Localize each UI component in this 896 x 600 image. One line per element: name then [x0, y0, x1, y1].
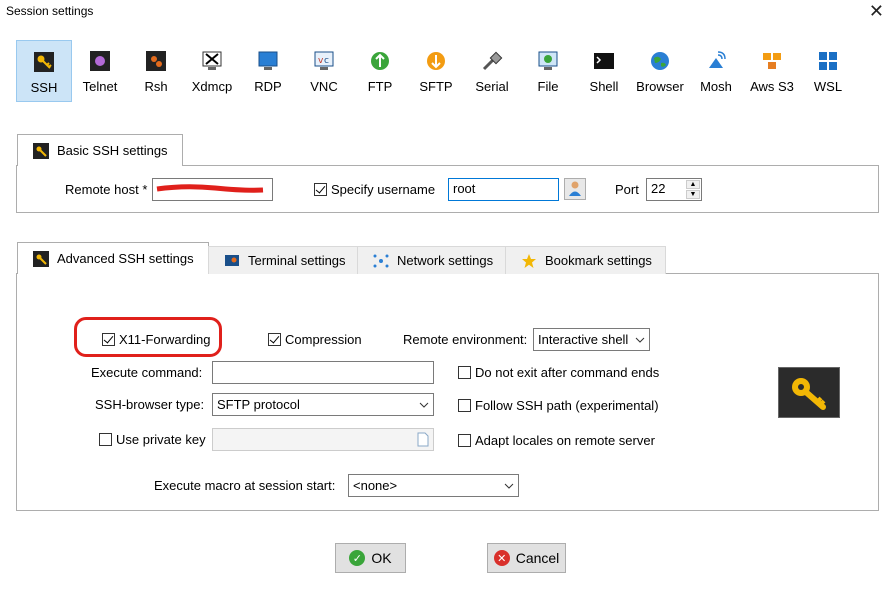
protocol-file[interactable]: File	[520, 40, 576, 102]
tab-terminal-settings[interactable]: Terminal settings	[208, 246, 361, 274]
macro-select[interactable]: <none>	[348, 474, 519, 497]
port-down-icon[interactable]: ▼	[686, 190, 700, 199]
x11-forwarding-checkbox[interactable]: X11-Forwarding	[102, 332, 211, 347]
execute-command-label: Execute command:	[91, 365, 203, 380]
rdp-icon	[256, 49, 280, 73]
cancel-button[interactable]: ✕ Cancel	[487, 543, 566, 573]
key-icon	[33, 142, 49, 159]
protocol-wsl[interactable]: WSL	[800, 40, 856, 102]
protocol-browser[interactable]: Browser	[632, 40, 688, 102]
remote-environment-label: Remote environment:	[403, 332, 528, 347]
key-icon	[33, 250, 49, 267]
tab-bookmark-settings[interactable]: Bookmark settings	[505, 246, 666, 274]
protocol-ssh[interactable]: SSH	[16, 40, 72, 102]
follow-ssh-path-checkbox[interactable]: Follow SSH path (experimental)	[458, 398, 659, 413]
port-label: Port	[615, 182, 639, 197]
compression-checkbox[interactable]: Compression	[268, 332, 362, 347]
shell-icon	[592, 49, 616, 73]
port-input[interactable]: 22 ▲ ▼	[646, 178, 702, 201]
close-icon[interactable]: ✕	[869, 2, 884, 20]
protocol-telnet[interactable]: Telnet	[72, 40, 128, 102]
network-icon	[373, 253, 389, 269]
checkbox-box	[458, 399, 471, 412]
ftp-icon	[368, 49, 392, 73]
sftp-icon	[424, 49, 448, 73]
protocol-aws-s3[interactable]: Aws S3	[744, 40, 800, 102]
ssh-browser-type-label: SSH-browser type:	[95, 397, 205, 412]
do-not-exit-checkbox[interactable]: Do not exit after command ends	[458, 365, 659, 380]
protocol-ftp[interactable]: FTP	[352, 40, 408, 102]
tab-advanced-ssh-settings[interactable]: Advanced SSH settings	[17, 242, 209, 274]
telnet-icon	[88, 49, 112, 73]
protocol-shell[interactable]: Shell	[576, 40, 632, 102]
user-icon	[567, 180, 583, 199]
checkbox-box	[314, 183, 327, 196]
check-icon: ✓	[349, 550, 366, 566]
ssh-browser-type-select[interactable]: SFTP protocol	[212, 393, 434, 416]
key-icon	[778, 367, 840, 418]
remote-environment-select[interactable]: Interactive shell	[533, 328, 650, 351]
protocol-xdmcp[interactable]: Xdmcp	[184, 40, 240, 102]
browser-icon	[648, 49, 672, 73]
terminal-icon	[224, 253, 240, 269]
remote-host-label: Remote host *	[65, 182, 148, 197]
protocol-toolbar: SSH Telnet Rsh Xdmcp RDP vc VNC FTP SFTP…	[16, 40, 856, 102]
svg-text:c: c	[324, 56, 329, 66]
chevron-down-icon	[635, 335, 645, 345]
execute-command-input[interactable]	[212, 361, 434, 384]
protocol-rsh[interactable]: Rsh	[128, 40, 184, 102]
protocol-serial[interactable]: Serial	[464, 40, 520, 102]
protocol-rdp[interactable]: RDP	[240, 40, 296, 102]
file-icon	[536, 49, 560, 73]
macro-label: Execute macro at session start:	[154, 478, 336, 493]
window-title: Session settings	[6, 4, 94, 18]
use-private-key-checkbox[interactable]: Use private key	[99, 432, 206, 447]
close-icon: ✕	[493, 550, 510, 566]
checkbox-box	[268, 333, 281, 346]
checkbox-box	[102, 333, 115, 346]
port-value: 22	[651, 181, 666, 196]
checkbox-box	[99, 433, 112, 446]
document-icon[interactable]	[417, 432, 429, 450]
wsl-icon	[816, 49, 840, 73]
user-picker-button[interactable]	[564, 178, 586, 200]
specify-username-checkbox[interactable]: Specify username	[314, 182, 435, 197]
adapt-locales-checkbox[interactable]: Adapt locales on remote server	[458, 433, 655, 448]
protocol-vnc[interactable]: vc VNC	[296, 40, 352, 102]
chevron-down-icon	[504, 481, 514, 491]
star-icon	[521, 253, 537, 269]
ok-button[interactable]: ✓ OK	[335, 543, 406, 573]
remote-host-input[interactable]	[152, 178, 273, 201]
tab-basic-ssh-settings[interactable]: Basic SSH settings	[17, 134, 183, 166]
protocol-sftp[interactable]: SFTP	[408, 40, 464, 102]
checkbox-box	[458, 434, 471, 447]
xdmcp-icon	[200, 49, 224, 73]
serial-icon	[480, 49, 504, 73]
chevron-down-icon	[419, 400, 429, 410]
protocol-mosh[interactable]: Mosh	[688, 40, 744, 102]
vnc-icon: vc	[312, 49, 336, 73]
port-up-icon[interactable]: ▲	[686, 180, 700, 189]
username-input[interactable]: root	[448, 178, 559, 201]
tab-network-settings[interactable]: Network settings	[357, 246, 509, 274]
private-key-input[interactable]	[212, 428, 434, 451]
rsh-icon	[144, 49, 168, 73]
aws-s3-icon	[760, 49, 784, 73]
mosh-icon	[704, 49, 728, 73]
checkbox-box	[458, 366, 471, 379]
key-icon	[32, 50, 56, 74]
